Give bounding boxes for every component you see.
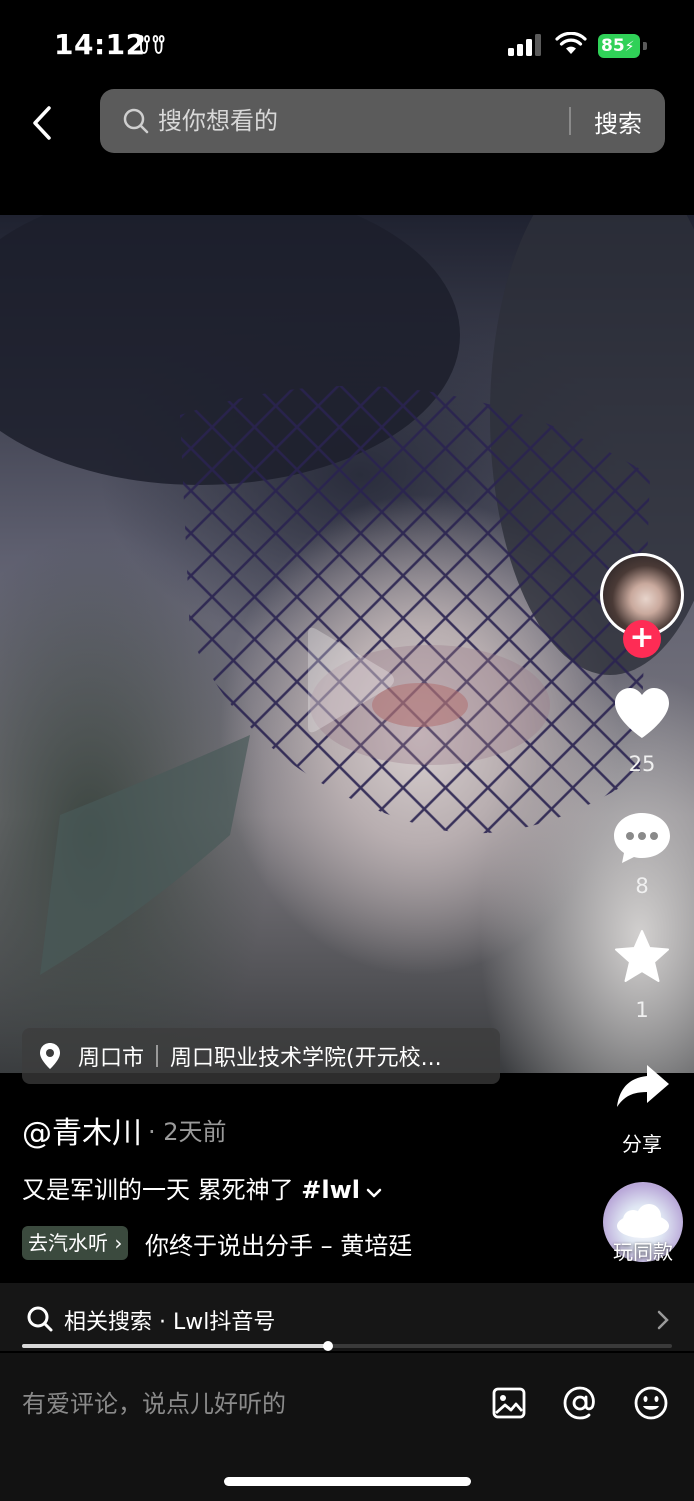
search-icon [27, 1306, 53, 1332]
search-icon [123, 108, 149, 134]
music-title[interactable]: 你终于说出分手 – 黄培廷 [145, 1226, 431, 1261]
hashtag-link[interactable]: #lwl [301, 1176, 360, 1204]
location-pin-icon [40, 1043, 60, 1069]
comment-count: 8 [635, 874, 649, 898]
comment-bubble-icon[interactable] [612, 810, 672, 866]
use-template-label[interactable]: 玩同款 [603, 1236, 683, 1265]
mention-at-icon[interactable] [562, 1385, 598, 1421]
location-city: 周口市 [78, 1046, 145, 1071]
chevron-right-icon[interactable] [656, 1310, 670, 1330]
wifi-icon [555, 32, 587, 54]
favorite-star-icon[interactable] [613, 929, 671, 985]
chevron-right-icon: › [114, 1231, 123, 1255]
chevron-left-icon [33, 106, 51, 140]
follow-button[interactable]: + [623, 620, 661, 658]
progress-knob[interactable] [322, 1341, 333, 1351]
home-indicator[interactable] [224, 1477, 471, 1486]
search-input[interactable] [158, 107, 569, 135]
cellular-signal-icon [508, 34, 541, 56]
author-name[interactable]: @青木川 [22, 1108, 142, 1152]
search-button[interactable]: 搜索 [571, 104, 665, 139]
charging-bolt-icon: ⚡ [624, 39, 635, 55]
listen-chip-label: 去汽水听 [28, 1231, 108, 1255]
battery-level: 85 [601, 36, 625, 56]
image-icon[interactable] [491, 1385, 527, 1421]
location-place: 周口职业技术学院(开元校... [170, 1046, 442, 1071]
back-button[interactable] [22, 100, 62, 146]
location-tag[interactable]: 周口市 周口职业技术学院(开元校... [22, 1028, 500, 1084]
like-count: 25 [628, 752, 656, 776]
like-heart-icon[interactable] [613, 686, 671, 740]
battery-indicator: 85⚡ [598, 34, 640, 58]
status-extra-glyph: ꀎꀎ [136, 34, 166, 58]
share-arrow-icon[interactable] [615, 1063, 671, 1109]
post-time: · 2天前 [148, 1118, 227, 1146]
related-search-text[interactable]: 相关搜索 · Lwl抖音号 [64, 1304, 275, 1336]
progress-fill [22, 1344, 328, 1348]
video-progress-bar[interactable] [22, 1341, 672, 1351]
comment-input[interactable] [22, 1384, 462, 1424]
emoji-icon[interactable] [633, 1385, 669, 1421]
status-time: 14:12 [54, 28, 146, 61]
search-box[interactable]: 搜索 [100, 89, 665, 153]
expand-chevron-icon[interactable] [366, 1188, 382, 1198]
post-caption: 又是军训的一天 累死神了 #lwl [22, 1170, 382, 1205]
caption-text: 又是军训的一天 累死神了 [22, 1176, 302, 1204]
share-label: 分享 [622, 1132, 662, 1156]
location-separator [156, 1045, 159, 1067]
play-icon[interactable] [298, 625, 398, 735]
battery-tip [643, 42, 647, 50]
status-bar: 14:12 ꀎꀎ 85⚡ [0, 0, 694, 88]
favorite-count: 1 [635, 998, 649, 1022]
listen-on-app-chip[interactable]: 去汽水听 › [22, 1226, 129, 1260]
video-player[interactable] [0, 215, 694, 1073]
